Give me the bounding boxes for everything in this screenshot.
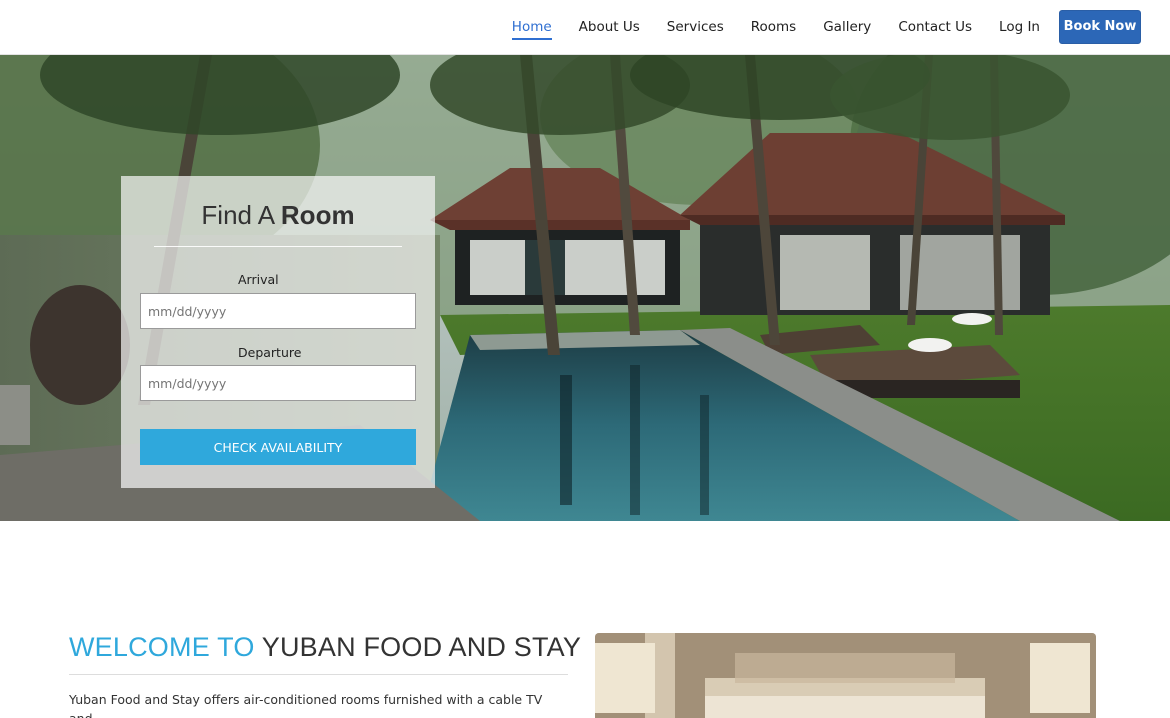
nav-log-in[interactable]: Log In — [999, 15, 1040, 40]
welcome-description: Yuban Food and Stay offers air-condition… — [69, 692, 543, 718]
nav-contact-us[interactable]: Contact Us — [898, 15, 972, 40]
find-room-panel: Find A Room Arrival Departure CHECK AVAI… — [121, 176, 435, 488]
welcome-divider — [69, 674, 568, 675]
welcome-heading-rest: YUBAN FOOD AND STAY — [261, 632, 582, 662]
panel-divider — [154, 246, 402, 247]
main-nav: Home About Us Services Rooms Gallery Con… — [485, 0, 1141, 55]
nav-services[interactable]: Services — [667, 15, 724, 40]
departure-label: Departure — [238, 345, 302, 360]
nav-about-us[interactable]: About Us — [579, 15, 640, 40]
nav-rooms[interactable]: Rooms — [751, 15, 796, 40]
departure-date-input[interactable] — [140, 365, 416, 401]
nav-home[interactable]: Home — [511, 15, 552, 40]
panel-title-light: Find A — [201, 200, 281, 230]
welcome-heading: WELCOME TO YUBAN FOOD AND STAY — [69, 632, 581, 663]
book-now-button[interactable]: Book Now — [1059, 9, 1141, 44]
hotel-room-image — [595, 633, 1096, 718]
hero-banner: Find A Room Arrival Departure CHECK AVAI… — [0, 55, 1170, 521]
welcome-heading-accent: WELCOME TO — [69, 632, 255, 662]
site-header: Home About Us Services Rooms Gallery Con… — [0, 0, 1170, 55]
arrival-date-input[interactable] — [140, 293, 416, 329]
room-photo — [595, 633, 1096, 718]
arrival-label: Arrival — [238, 272, 279, 287]
panel-title: Find A Room — [121, 200, 435, 231]
check-availability-button[interactable]: CHECK AVAILABILITY — [140, 429, 416, 465]
panel-title-bold: Room — [280, 200, 355, 230]
nav-gallery[interactable]: Gallery — [823, 15, 871, 40]
